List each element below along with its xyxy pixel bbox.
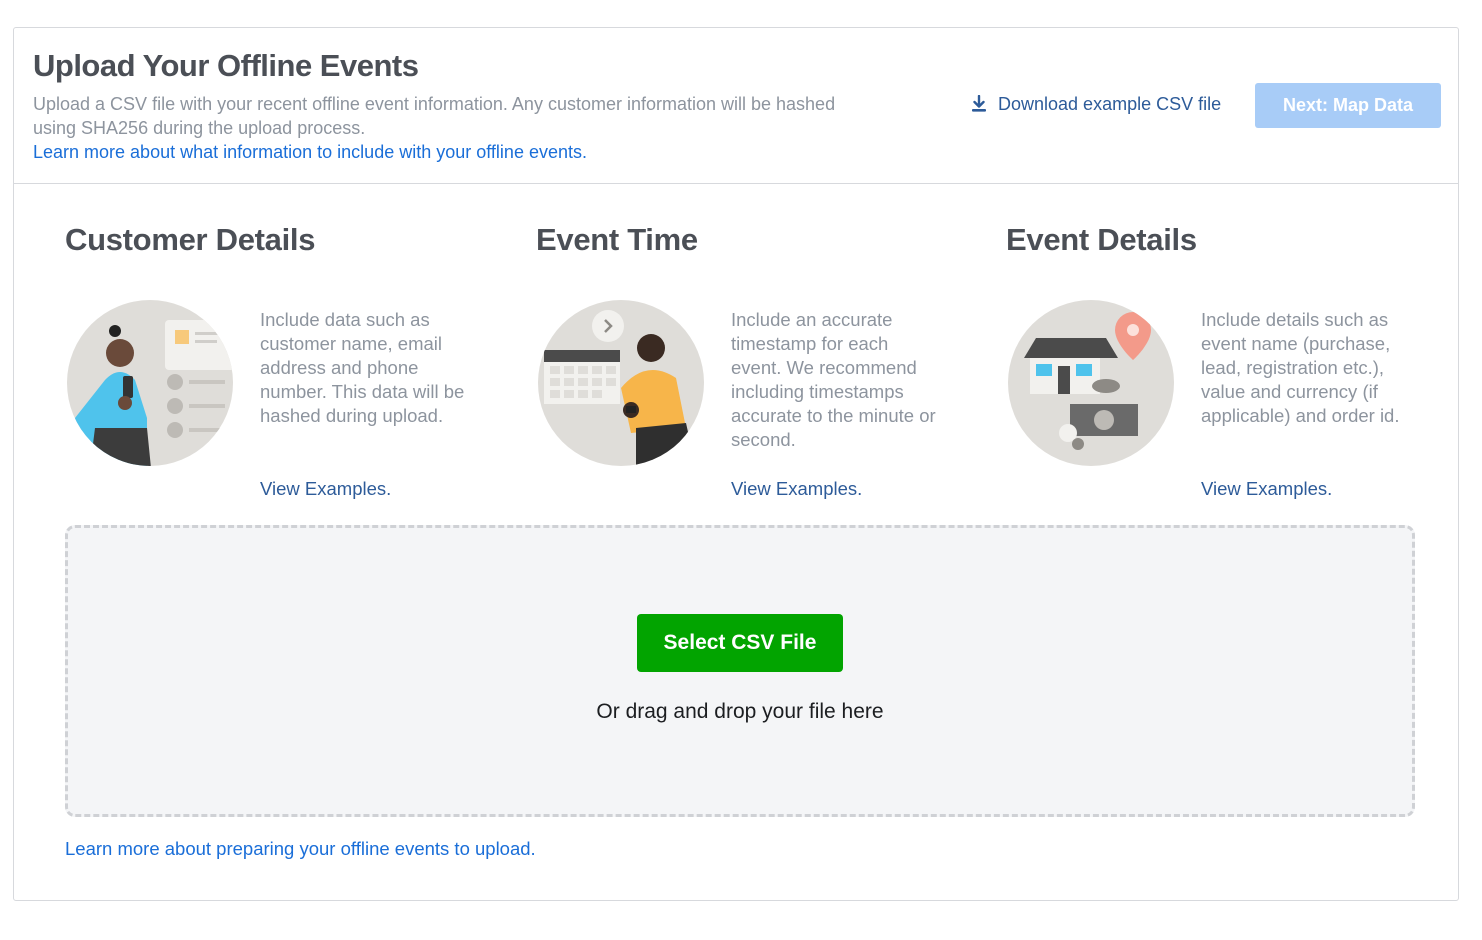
event-details-illustration [1006,298,1176,468]
learn-more-info-link[interactable]: Learn more about what information to inc… [33,140,587,164]
event-details-description: Include details such as event name (purc… [1201,309,1400,426]
upload-card: Upload Your Offline Events Upload a CSV … [13,27,1459,901]
customer-details-section: Customer Details Include data such as cu… [65,218,485,518]
download-example-csv-link[interactable]: Download example CSV file [970,92,1221,116]
event-details-section: Event Details Include details such as ev… [1006,218,1426,518]
event-details-view-examples-link[interactable]: View Examples. [1201,478,1332,500]
customer-details-description: Include data such as customer name, emai… [260,309,465,426]
event-details-title: Event Details [1006,222,1197,257]
download-icon [970,95,988,113]
event-time-illustration [536,298,706,468]
page-title: Upload Your Offline Events [33,48,419,83]
event-time-title: Event Time [536,222,698,257]
customer-details-illustration [65,298,235,468]
learn-more-preparing-link[interactable]: Learn more about preparing your offline … [65,838,536,860]
page-description: Upload a CSV file with your recent offli… [33,94,836,138]
event-time-section: Event Time Include an accurate timestamp… [536,218,956,518]
event-time-description: Include an accurate timestamp for each e… [731,309,936,450]
select-csv-file-button[interactable]: Select CSV File [637,614,843,672]
next-map-data-button[interactable]: Next: Map Data [1255,83,1441,128]
download-link-label: Download example CSV file [998,93,1222,114]
csv-dropzone[interactable]: Select CSV File Or drag and drop your fi… [65,525,1415,817]
event-time-view-examples-link[interactable]: View Examples. [731,478,862,500]
customer-details-title: Customer Details [65,222,316,257]
drag-drop-hint: Or drag and drop your file here [596,700,884,723]
customer-details-view-examples-link[interactable]: View Examples. [260,478,391,500]
upload-header: Upload Your Offline Events Upload a CSV … [14,28,1458,184]
